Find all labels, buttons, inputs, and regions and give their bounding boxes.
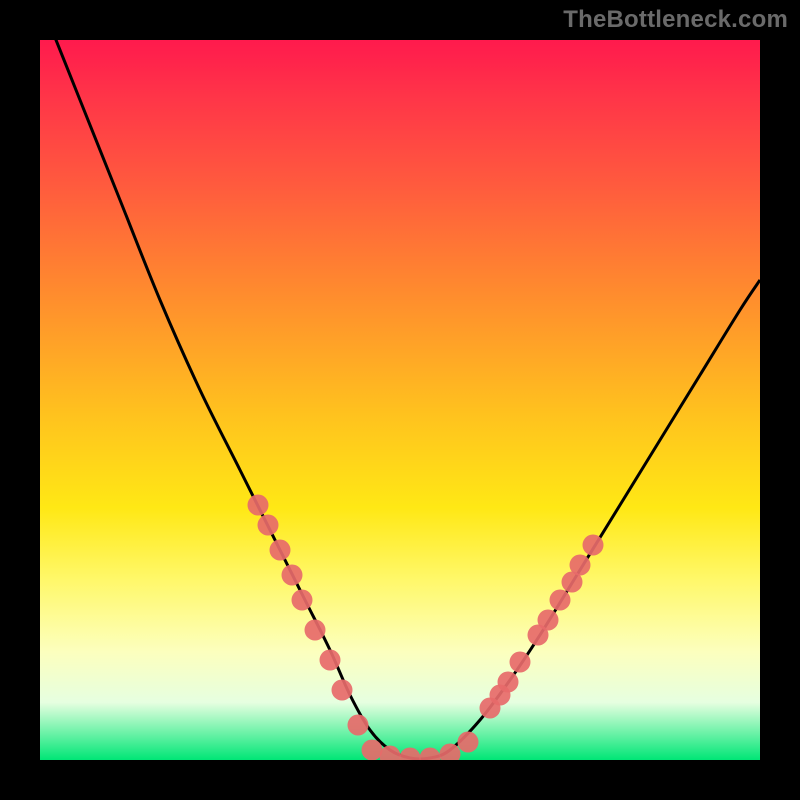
data-marker <box>348 715 369 736</box>
watermark-text: TheBottleneck.com <box>563 6 788 34</box>
data-marker <box>510 652 531 673</box>
data-marker <box>538 610 559 631</box>
data-marker <box>458 732 479 753</box>
data-marker <box>332 680 353 701</box>
data-marker <box>362 740 383 761</box>
data-marker <box>270 540 291 561</box>
data-marker <box>550 590 571 611</box>
chart-frame: TheBottleneck.com <box>0 0 800 800</box>
data-marker <box>440 744 461 761</box>
data-marker <box>498 672 519 693</box>
data-marker <box>292 590 313 611</box>
data-marker <box>570 555 591 576</box>
data-marker <box>583 535 604 556</box>
curve-layer <box>40 40 760 760</box>
data-marker <box>248 495 269 516</box>
data-marker <box>258 515 279 536</box>
data-marker <box>305 620 326 641</box>
data-marker <box>420 748 441 761</box>
data-marker <box>400 748 421 761</box>
data-markers <box>248 495 604 761</box>
data-marker <box>320 650 341 671</box>
data-marker <box>380 746 401 761</box>
data-marker <box>282 565 303 586</box>
bottleneck-curve <box>40 40 760 759</box>
plot-area <box>40 40 760 760</box>
